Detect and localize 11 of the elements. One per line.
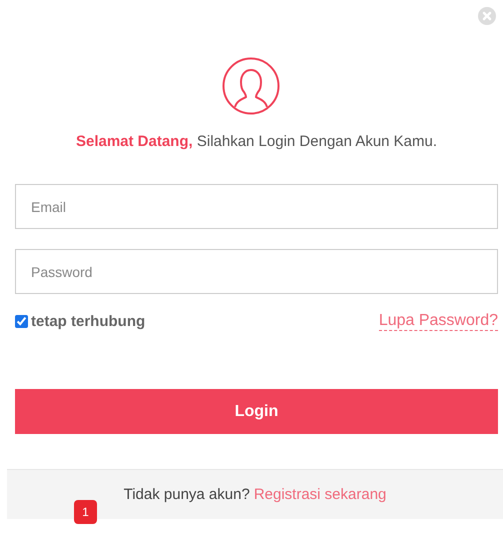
checkbox[interactable] [15,315,28,328]
input-field[interactable]: Password [15,249,498,294]
login-button[interactable]: Login [15,389,498,434]
forgot-password-link[interactable]: Lupa Password? [378,312,498,331]
footer-text: Tidak punya akun? [124,486,250,505]
checkbox-label: tetap terhubung [31,313,146,330]
notification-badge: 1 [74,500,97,524]
register-link[interactable]: Registrasi sekarang [254,486,386,519]
input-field[interactable]: Email [15,184,498,229]
welcome-text: Selamat Datang, Silahkan Login Dengan Akun Kamu. [74,133,438,150]
user-icon [220,56,280,116]
